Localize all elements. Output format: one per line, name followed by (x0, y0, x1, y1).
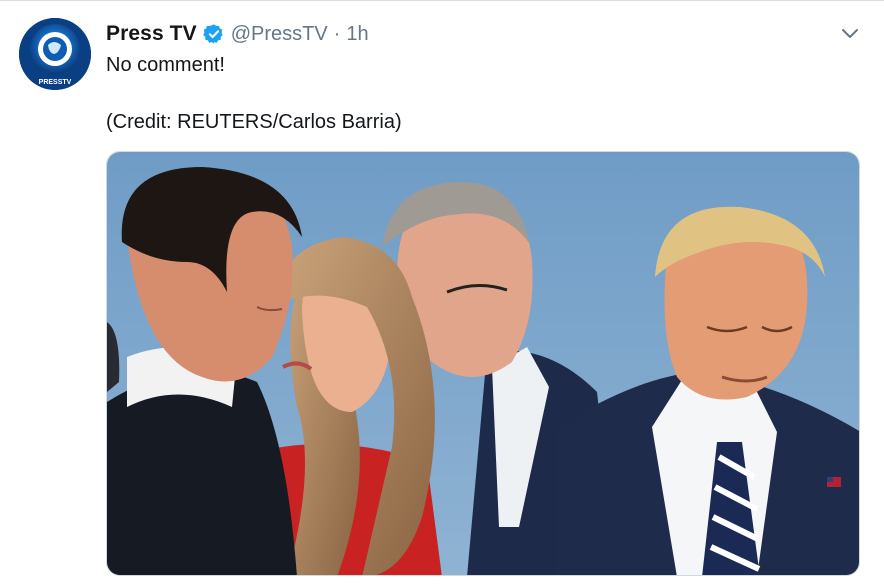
separator-dot: · (333, 22, 341, 45)
photo-illustration (107, 152, 859, 575)
avatar[interactable]: PRESSTV (19, 18, 91, 90)
tweet-header: Press TV @PressTV · 1h (106, 21, 369, 47)
tweet-text-line-1: No comment! (106, 54, 225, 76)
logo-text: PRESSTV (39, 79, 72, 86)
timestamp[interactable]: 1h (346, 23, 368, 46)
display-name[interactable]: Press TV (106, 22, 197, 46)
chevron-down-icon[interactable] (840, 23, 860, 43)
tweet-card[interactable]: PRESSTV Press TV @PressTV · 1h No commen… (0, 0, 884, 584)
handle[interactable]: @PressTV (231, 23, 328, 46)
verified-badge-icon (202, 24, 223, 44)
tweet-photo[interactable] (106, 151, 860, 576)
tweet-text-line-2: (Credit: REUTERS/Carlos Barria) (106, 111, 402, 133)
presstv-logo-icon: PRESSTV (19, 18, 91, 90)
